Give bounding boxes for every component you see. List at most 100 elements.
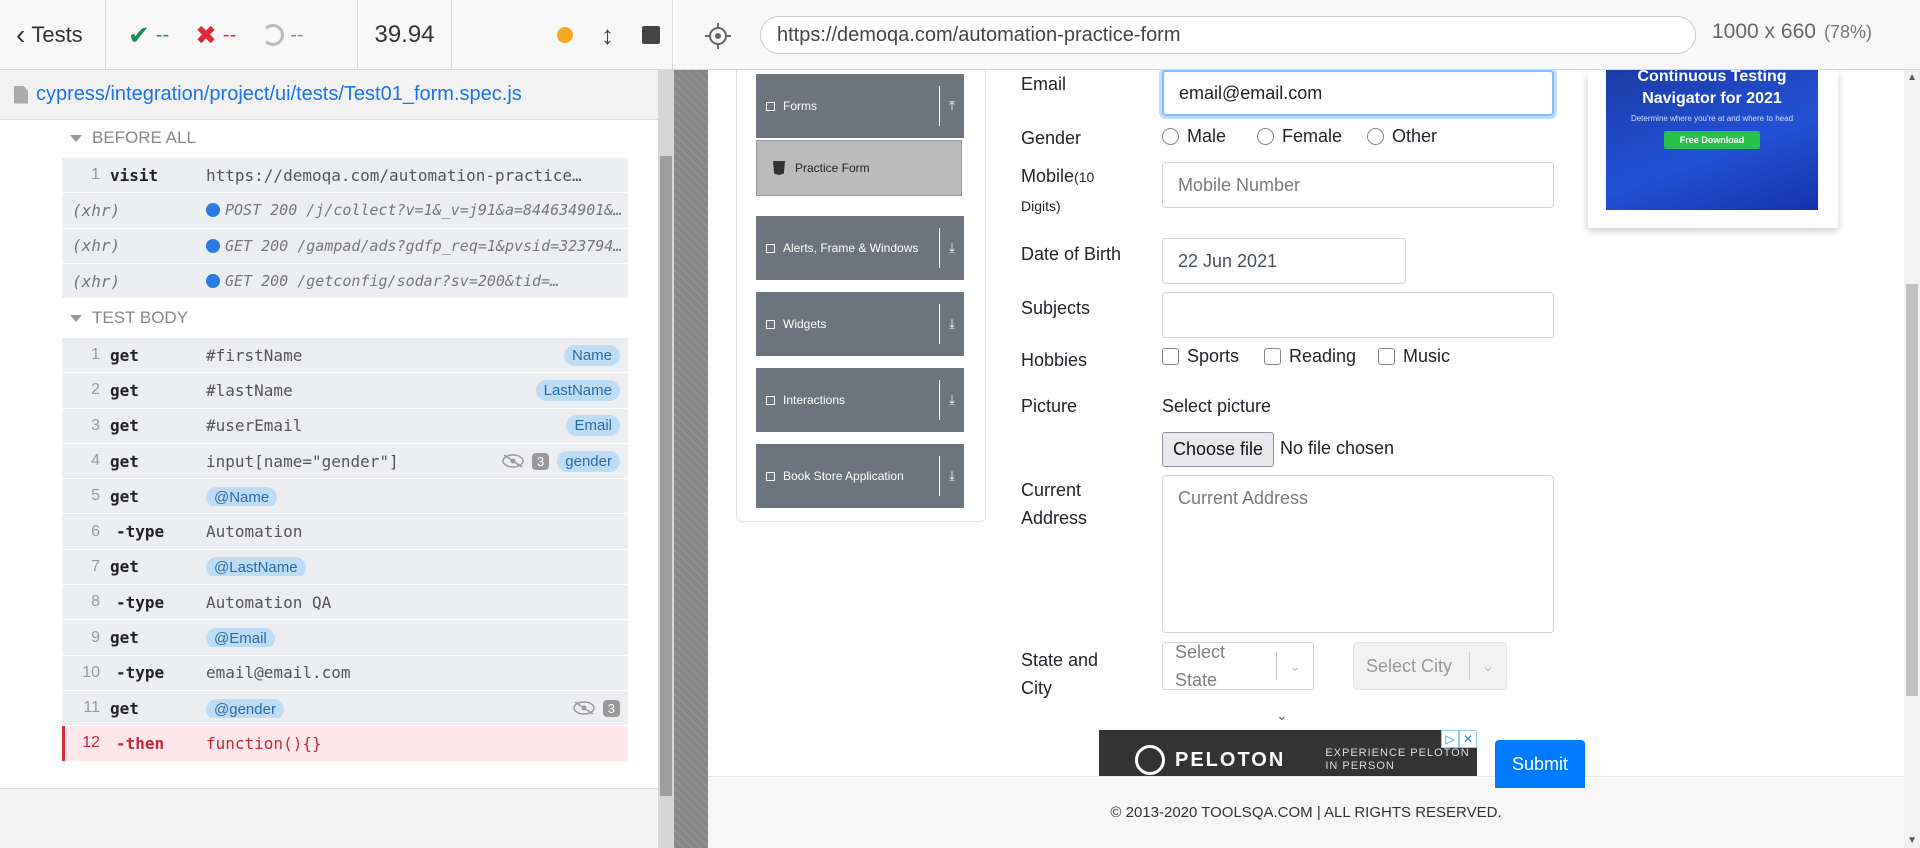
ad-banner-top[interactable]: Continuous Testing Navigator for 2021 De…	[1588, 70, 1838, 228]
checkbox-box	[1378, 348, 1395, 365]
subjects-input[interactable]	[1162, 292, 1554, 338]
xhr-row[interactable]: (xhr) GET 200 /getconfig/sodar?sv=200&ti…	[62, 264, 628, 300]
scroll-up-icon[interactable]: ▲	[1907, 72, 1917, 83]
group-label: Forms	[783, 99, 817, 113]
reporter-scroll-thumb[interactable]	[660, 156, 672, 796]
xhr-row[interactable]: (xhr) GET 200 /gampad/ads?gdfp_req=1&pvs…	[62, 229, 628, 264]
divider	[672, 0, 673, 70]
command-number: 6	[91, 522, 100, 540]
command-message: GET 200 /gampad/ads?gdfp_req=1&pvsid=323…	[206, 237, 628, 255]
address-label-2: Address	[1021, 508, 1088, 528]
element-count-badge: 3	[602, 699, 620, 717]
failed-count: --	[222, 23, 237, 46]
choose-file-button[interactable]: Choose file	[1162, 432, 1274, 467]
hobby-sports-checkbox[interactable]: Sports	[1162, 346, 1239, 367]
before-all-label: BEFORE ALL	[92, 128, 196, 147]
state-select[interactable]: Select State ⌄	[1162, 642, 1314, 690]
chevron-down-icon: ⌄	[1276, 707, 1288, 723]
command-name: get	[110, 451, 139, 471]
mobile-input[interactable]: Mobile Number	[1162, 162, 1554, 208]
command-name: get	[110, 628, 139, 648]
alias-chip: gender	[557, 450, 620, 472]
city-placeholder: Select City	[1366, 656, 1453, 676]
command-number: 11	[83, 699, 100, 717]
sidebar-group-widgets[interactable]: Widgets ⤓	[756, 292, 964, 356]
sidebar-group-book-store[interactable]: Book Store Application ⤓	[756, 444, 964, 508]
spec-path-link[interactable]: cypress/integration/project/ui/tests/Tes…	[36, 83, 522, 106]
command-row[interactable]: 8 -type Automation QA	[62, 585, 628, 621]
xhr-text: POST 200 /j/collect?v=1&_v=j91&a=8446349…	[225, 201, 623, 220]
test-body-header[interactable]: TEST BODY	[70, 308, 188, 328]
expand-arrow-icon: ⤓	[949, 240, 955, 255]
current-address-textarea[interactable]: Current Address	[1162, 475, 1554, 633]
expand-arrow-icon: ⤓	[949, 392, 955, 407]
hobby-reading-checkbox[interactable]: Reading	[1264, 346, 1356, 367]
alias-chip: Email	[566, 415, 620, 437]
sidebar-group-forms[interactable]: Forms ⤒	[756, 74, 964, 138]
city-select[interactable]: Select City ⌄	[1353, 642, 1507, 690]
sidebar-group-interactions[interactable]: Interactions ⤓	[756, 368, 964, 432]
gender-male-radio[interactable]: Male	[1162, 126, 1226, 147]
before-all-header[interactable]: BEFORE ALL	[70, 128, 196, 148]
command-name: get	[110, 486, 139, 506]
reporter-footer	[0, 788, 658, 848]
email-field[interactable]: email@email.com	[1162, 70, 1554, 116]
command-message: #userEmail	[206, 416, 303, 436]
command-row[interactable]: 11 get @gender 3	[62, 691, 628, 727]
dob-input[interactable]: 22 Jun 2021	[1162, 238, 1406, 284]
command-row[interactable]: 4 get input[name="gender"] 3 gender	[62, 444, 628, 480]
auto-scroll-toggle-icon[interactable]: ↕	[601, 20, 614, 51]
ad-choices[interactable]: ▷ ✕	[1441, 730, 1477, 748]
command-row[interactable]: 1 visit https://demoqa.com/automation-pr…	[62, 158, 628, 194]
alias-ref-chip: @LastName	[206, 557, 306, 577]
command-row[interactable]: 1 get #firstName Name	[62, 338, 628, 374]
pending-count: --	[290, 23, 304, 46]
html5-icon	[773, 161, 785, 175]
close-icon[interactable]: ✕	[1459, 730, 1477, 748]
failed-command-row[interactable]: 12 -then function(){}	[62, 726, 628, 762]
ad-choices-icon[interactable]: ▷	[1441, 730, 1459, 748]
collapse-triangle-icon	[70, 314, 82, 322]
test-body-commands: 1 get #firstName Name 2 get #lastName La…	[62, 338, 628, 762]
group-label: Widgets	[783, 317, 827, 331]
selector-playground-icon[interactable]	[700, 18, 736, 54]
passed-count: --	[155, 23, 170, 46]
radio-label: Other	[1392, 126, 1438, 146]
gender-female-radio[interactable]: Female	[1257, 126, 1342, 147]
email-label: Email	[1021, 74, 1067, 94]
command-row[interactable]: 2 get #lastName LastName	[62, 373, 628, 409]
aut-scroll-thumb[interactable]	[1906, 284, 1918, 696]
state-placeholder: Select State	[1163, 638, 1276, 694]
checkbox-label: Music	[1403, 346, 1451, 366]
xhr-status-dot-icon	[206, 203, 220, 218]
command-row[interactable]: 5 get @Name	[62, 479, 628, 515]
radio-circle	[1257, 128, 1274, 145]
xhr-status-dot-icon	[206, 274, 220, 289]
command-row[interactable]: 6 -type Automation	[62, 514, 628, 550]
url-bar[interactable]: https://demoqa.com/automation-practice-f…	[760, 16, 1696, 54]
scroll-down-icon[interactable]: ▼	[1907, 835, 1917, 846]
xhr-text: GET 200 /getconfig/sodar?sv=200&tid=…	[225, 272, 560, 291]
hobby-music-checkbox[interactable]: Music	[1378, 346, 1450, 367]
alias-meta: LastName	[535, 379, 620, 401]
file-icon	[14, 85, 28, 104]
sidebar-group-alerts[interactable]: Alerts, Frame & Windows ⤓	[756, 216, 964, 280]
stop-button[interactable]	[642, 26, 660, 44]
command-message: @Email	[206, 628, 628, 648]
command-row[interactable]: 7 get @LastName	[62, 550, 628, 586]
checkbox-label: Reading	[1289, 346, 1357, 366]
xhr-row[interactable]: (xhr) POST 200 /j/collect?v=1&_v=j91&a=8…	[62, 193, 628, 229]
group-label: Book Store Application	[783, 469, 904, 483]
sidebar-item-practice-form[interactable]: Practice Form	[756, 140, 962, 196]
command-name: -type	[116, 522, 165, 542]
mobile-label-text: Mobile	[1021, 166, 1075, 186]
command-row[interactable]: 3 get #userEmail Email	[62, 409, 628, 444]
command-row[interactable]: 10 -type email@email.com	[62, 656, 628, 691]
gender-other-radio[interactable]: Other	[1367, 126, 1437, 147]
expand-arrow-icon: ⤓	[949, 468, 955, 483]
window-icon	[766, 243, 775, 253]
submit-button[interactable]: Submit	[1495, 740, 1585, 788]
back-to-tests-button[interactable]: ‹ Tests	[0, 0, 106, 70]
ad-download-button[interactable]: Free Download	[1663, 131, 1761, 149]
command-row[interactable]: 9 get @Email	[62, 620, 628, 656]
